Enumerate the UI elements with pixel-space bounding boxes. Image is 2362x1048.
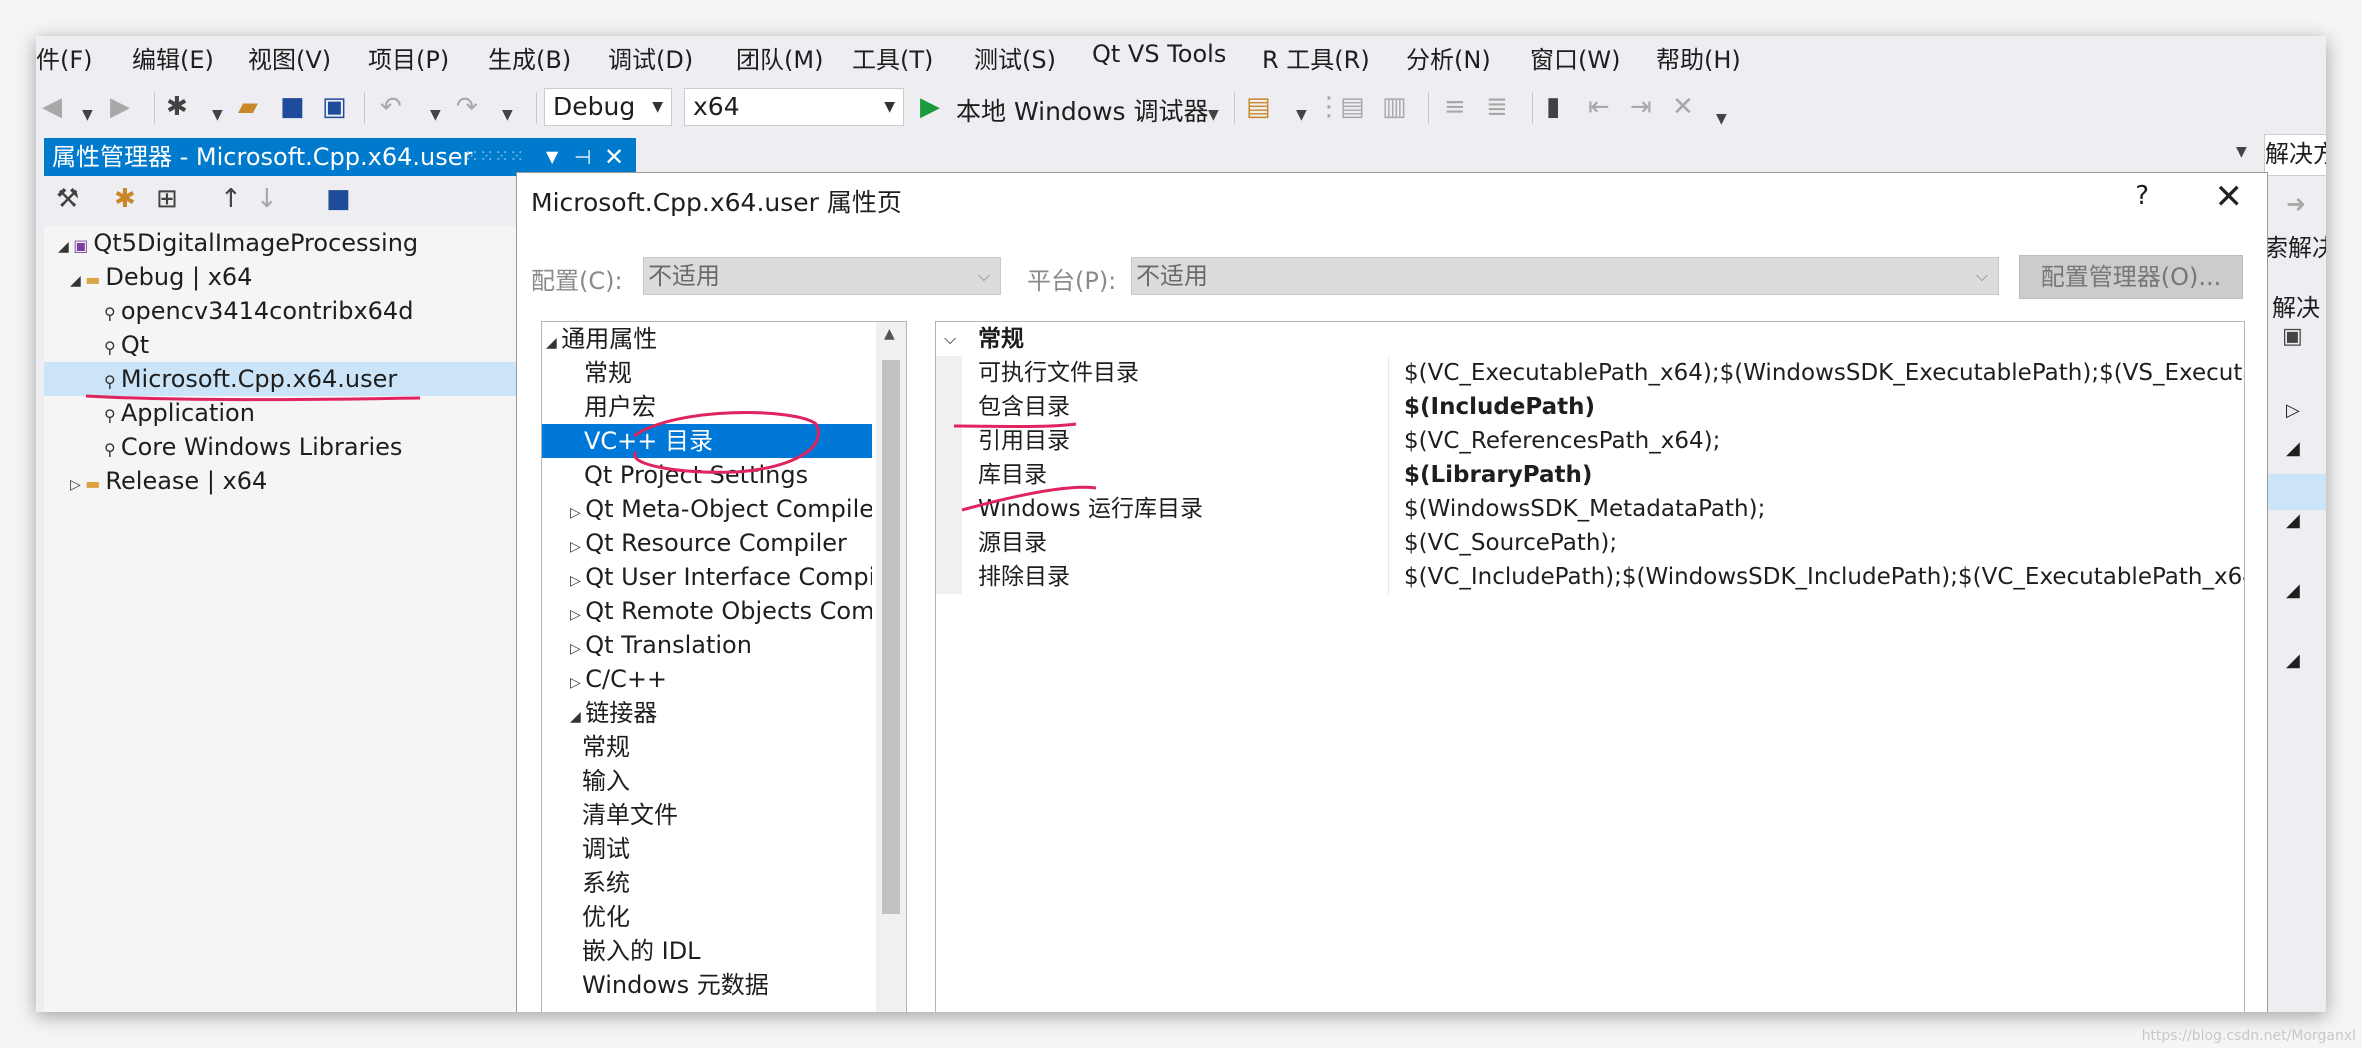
annotation-underline bbox=[953, 422, 1077, 428]
watermark: https://blog.csdn.net/Morganxl bbox=[2141, 1028, 2356, 1044]
annotation-underline bbox=[85, 394, 421, 402]
annotation-underline bbox=[961, 485, 1097, 512]
annotation-circle bbox=[633, 411, 820, 474]
vs-window: 件(F) 编辑(E) 视图(V) 项目(P) 生成(B) 调试(D) 团队(M) 工具(T) 测… bbox=[36, 36, 2326, 1012]
annotation-layer bbox=[85, 394, 1097, 512]
